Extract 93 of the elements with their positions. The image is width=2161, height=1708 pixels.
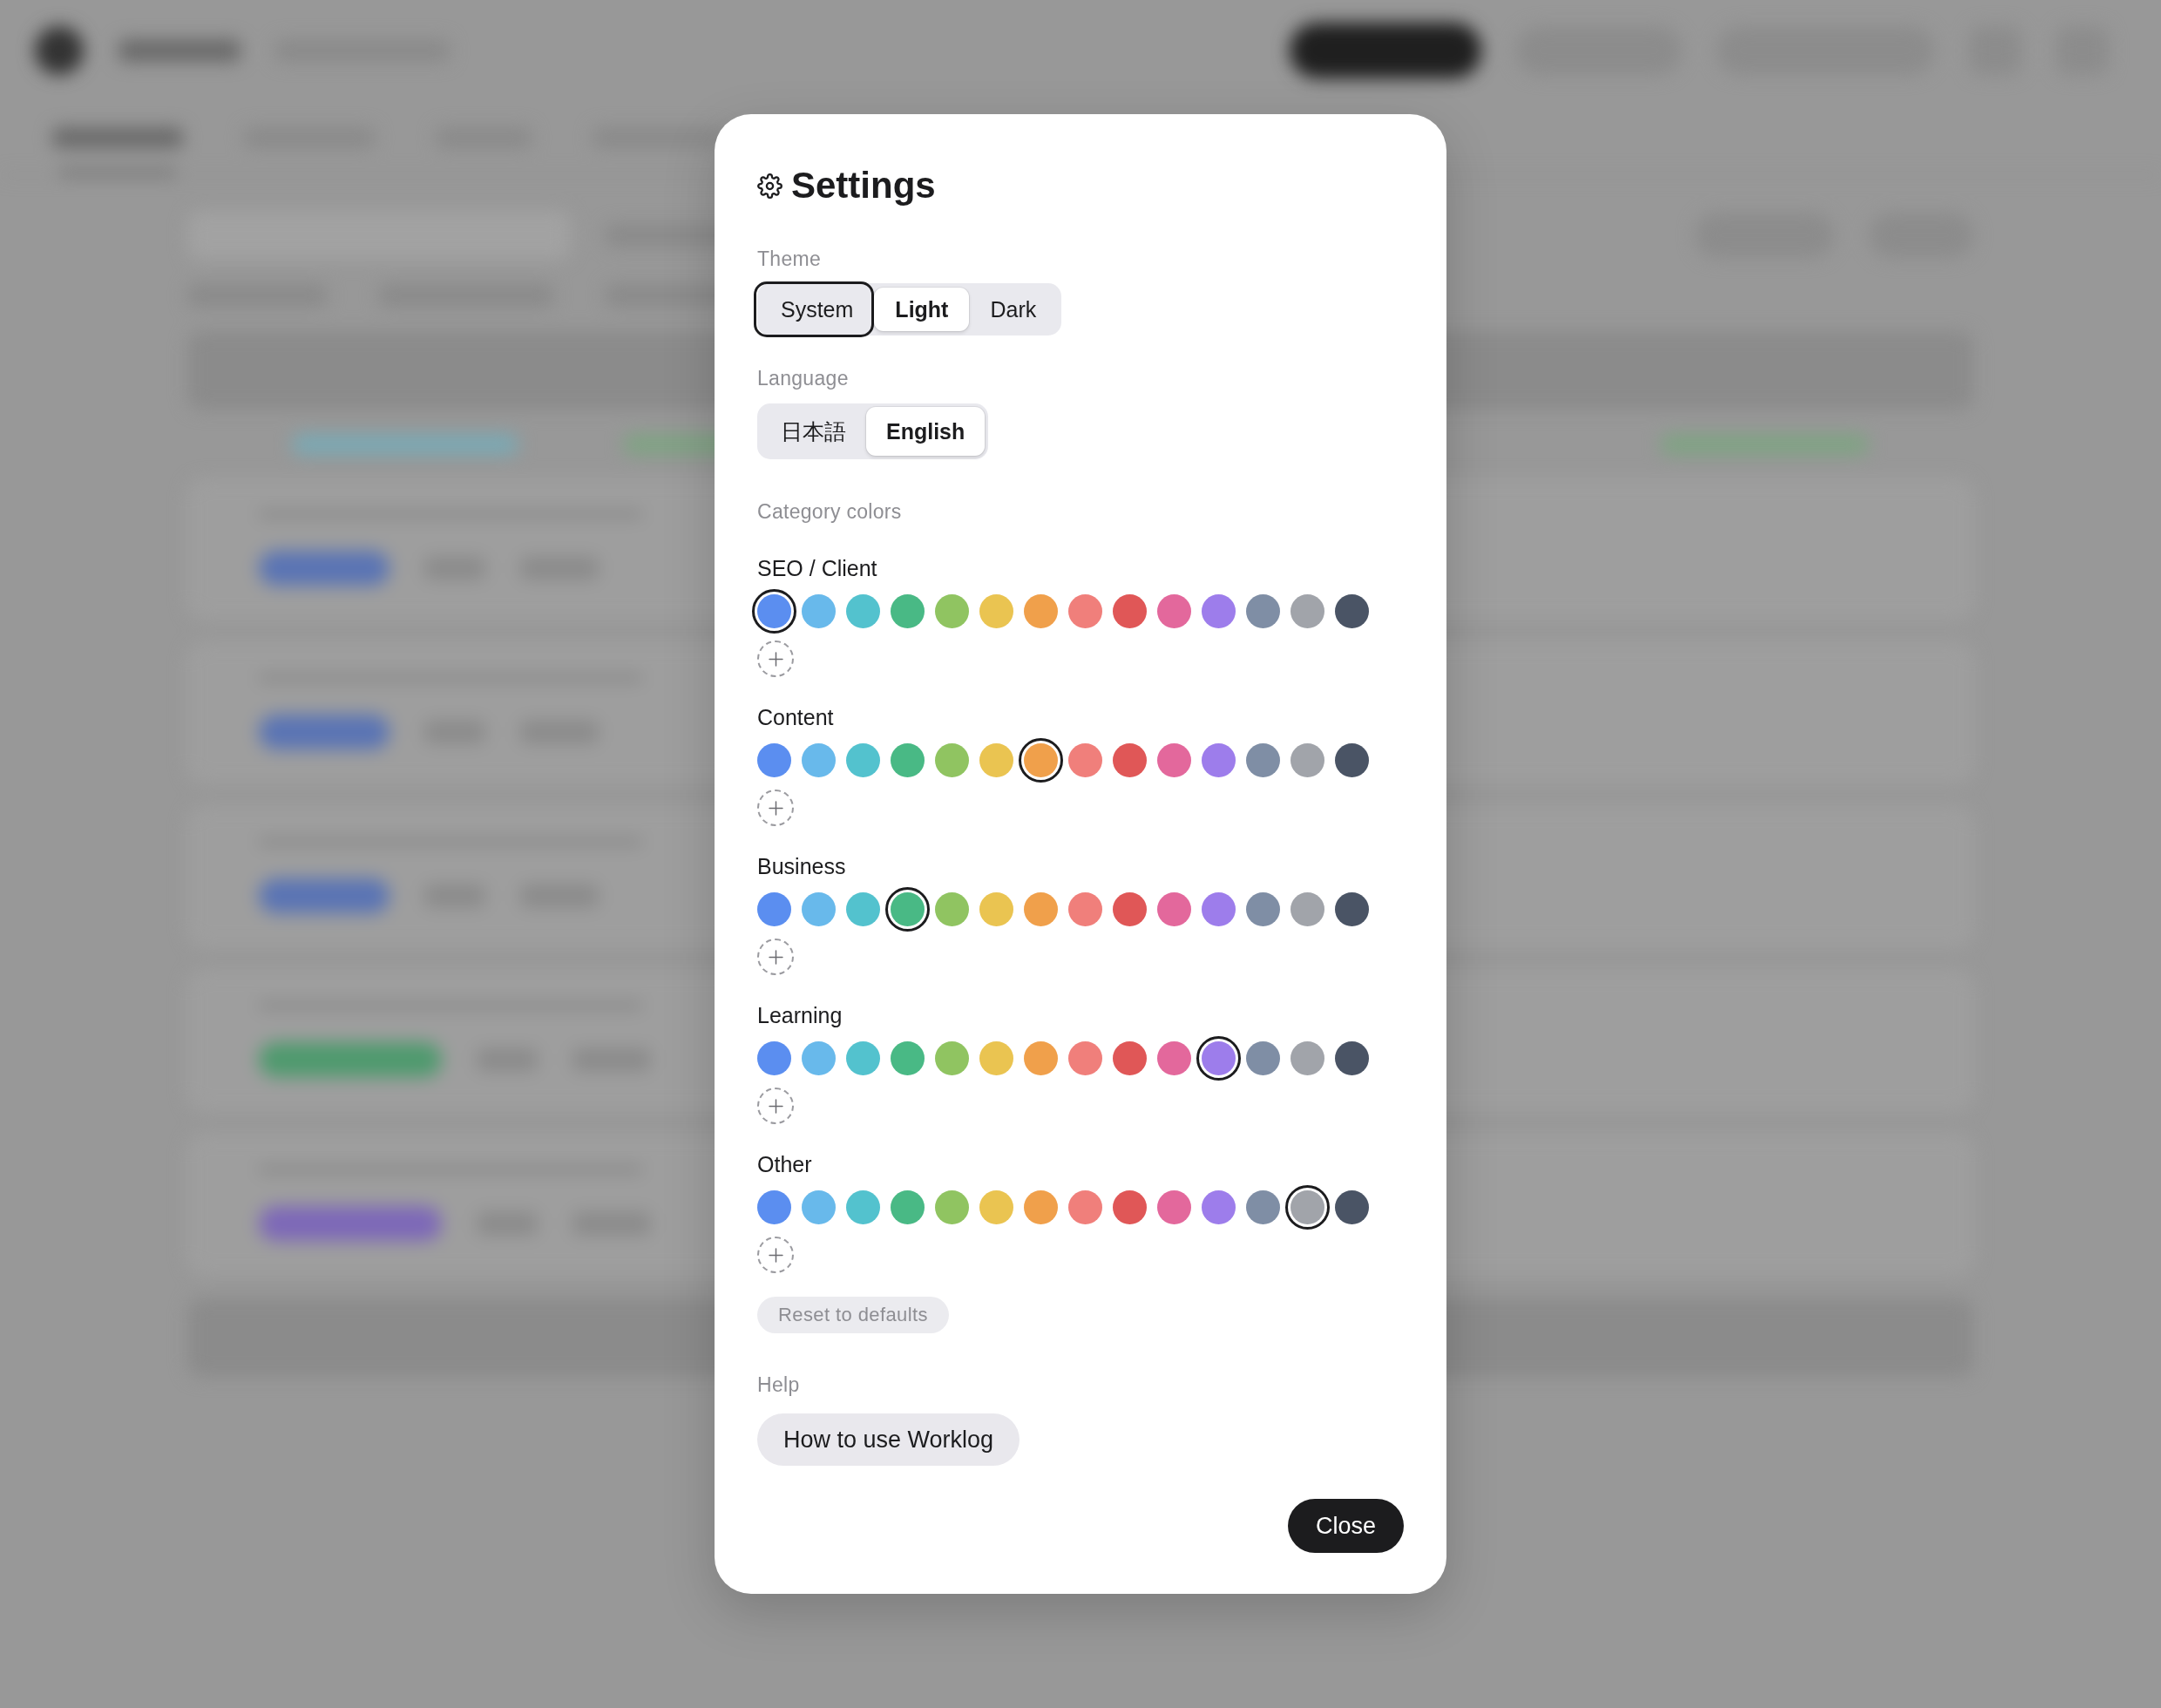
color-swatch-icon[interactable] — [846, 892, 880, 926]
color-swatch-icon[interactable] — [1291, 594, 1324, 628]
color-swatch-icon[interactable] — [846, 1041, 880, 1075]
color-swatch-icon[interactable] — [979, 892, 1013, 926]
color-swatch-icon[interactable] — [1291, 892, 1324, 926]
plus-icon — [768, 651, 783, 667]
color-swatch-icon[interactable] — [935, 594, 969, 628]
color-swatch-icon[interactable] — [1024, 892, 1058, 926]
color-swatch-icon[interactable] — [979, 1190, 1013, 1224]
color-swatch-icon[interactable] — [752, 589, 796, 634]
color-swatch-icon[interactable] — [1196, 1036, 1241, 1081]
color-swatch-icon[interactable] — [1246, 1041, 1280, 1075]
language-option[interactable]: English — [866, 407, 986, 456]
color-swatch-icon[interactable] — [1157, 594, 1191, 628]
color-swatch-icon[interactable] — [1335, 743, 1369, 777]
color-swatch-icon[interactable] — [1335, 1041, 1369, 1075]
color-swatch-icon[interactable] — [1068, 892, 1102, 926]
color-swatch-icon[interactable] — [1024, 594, 1058, 628]
color-swatch-icon[interactable] — [1335, 892, 1369, 926]
color-swatch-icon[interactable] — [757, 1041, 791, 1075]
section-label: Help — [757, 1372, 800, 1397]
section-label: Theme — [757, 247, 822, 271]
category-name: SEO / Client — [757, 555, 877, 581]
color-swatch-icon[interactable] — [1202, 743, 1236, 777]
category-name: Other — [757, 1151, 812, 1177]
color-swatch-icon[interactable] — [846, 1190, 880, 1224]
plus-icon — [768, 1098, 783, 1114]
color-swatch-icon[interactable] — [1068, 594, 1102, 628]
color-swatch-icon[interactable] — [1068, 743, 1102, 777]
category-name: Business — [757, 853, 846, 879]
theme-option[interactable]: Dark — [969, 288, 1058, 331]
color-swatch-icon[interactable] — [891, 594, 925, 628]
color-swatch-icon[interactable] — [891, 1190, 925, 1224]
plus-icon — [768, 1247, 783, 1263]
color-swatch-icon[interactable] — [1202, 594, 1236, 628]
color-swatch-icon[interactable] — [1024, 1190, 1058, 1224]
color-swatch-icon[interactable] — [979, 743, 1013, 777]
color-swatch-icon[interactable] — [1335, 1190, 1369, 1224]
category-name: Learning — [757, 1002, 843, 1028]
color-swatch-icon[interactable] — [1202, 892, 1236, 926]
color-swatch-icon[interactable] — [1335, 594, 1369, 628]
section-label: Category colors — [757, 499, 902, 524]
dialog-title: Settings — [791, 164, 936, 207]
color-swatch-icon[interactable] — [935, 743, 969, 777]
color-swatch-icon[interactable] — [935, 892, 969, 926]
color-swatch-icon[interactable] — [935, 1190, 969, 1224]
color-swatch-icon[interactable] — [1113, 743, 1147, 777]
color-swatch-icon[interactable] — [1113, 1041, 1147, 1075]
color-swatch-icon[interactable] — [802, 892, 836, 926]
color-swatch-icon[interactable] — [935, 1041, 969, 1075]
color-swatch-icon[interactable] — [1246, 892, 1280, 926]
color-swatch-icon[interactable] — [1068, 1041, 1102, 1075]
color-swatch-icon[interactable] — [1246, 594, 1280, 628]
color-swatch-icon[interactable] — [757, 892, 791, 926]
color-swatch-icon[interactable] — [979, 1041, 1013, 1075]
color-swatch-icon[interactable] — [802, 743, 836, 777]
help-button[interactable]: How to use Worklog — [757, 1413, 1020, 1466]
color-swatch-icon[interactable] — [891, 1041, 925, 1075]
color-swatch-icon[interactable] — [979, 594, 1013, 628]
close-button[interactable]: Close — [1287, 1499, 1404, 1553]
color-swatch-icon[interactable] — [1291, 743, 1324, 777]
color-swatch-icon[interactable] — [1246, 1190, 1280, 1224]
language-option[interactable]: 日本語 — [761, 407, 866, 456]
color-swatch-icon[interactable] — [1019, 738, 1063, 783]
color-swatch-icon[interactable] — [802, 1041, 836, 1075]
color-swatch-icon[interactable] — [802, 594, 836, 628]
color-swatch-icon[interactable] — [1157, 1041, 1191, 1075]
color-swatch-icon[interactable] — [1291, 1041, 1324, 1075]
section-label: Language — [757, 366, 849, 390]
color-swatch-icon[interactable] — [846, 743, 880, 777]
color-swatch-icon[interactable] — [1246, 743, 1280, 777]
color-swatch-icon[interactable] — [1024, 1041, 1058, 1075]
color-swatch-icon[interactable] — [1068, 1190, 1102, 1224]
color-swatch-icon[interactable] — [1113, 892, 1147, 926]
color-swatch-icon[interactable] — [1113, 1190, 1147, 1224]
color-swatch-icon[interactable] — [1157, 1190, 1191, 1224]
theme-option[interactable]: System — [754, 281, 875, 337]
plus-icon — [768, 800, 783, 816]
color-swatch-icon[interactable] — [802, 1190, 836, 1224]
color-swatch-icon[interactable] — [1113, 594, 1147, 628]
color-swatch-icon[interactable] — [1157, 892, 1191, 926]
category-name: Content — [757, 704, 834, 730]
color-swatch-icon[interactable] — [885, 887, 930, 932]
color-swatch-icon[interactable] — [757, 1190, 791, 1224]
theme-option[interactable]: Light — [874, 288, 970, 331]
color-swatch-icon[interactable] — [757, 743, 791, 777]
color-swatch-icon[interactable] — [1285, 1185, 1330, 1230]
settings-icon — [757, 173, 782, 199]
color-swatch-icon[interactable] — [1157, 743, 1191, 777]
plus-icon — [768, 949, 783, 965]
color-swatch-icon[interactable] — [891, 743, 925, 777]
color-swatch-icon[interactable] — [1202, 1190, 1236, 1224]
color-swatch-icon[interactable] — [846, 594, 880, 628]
